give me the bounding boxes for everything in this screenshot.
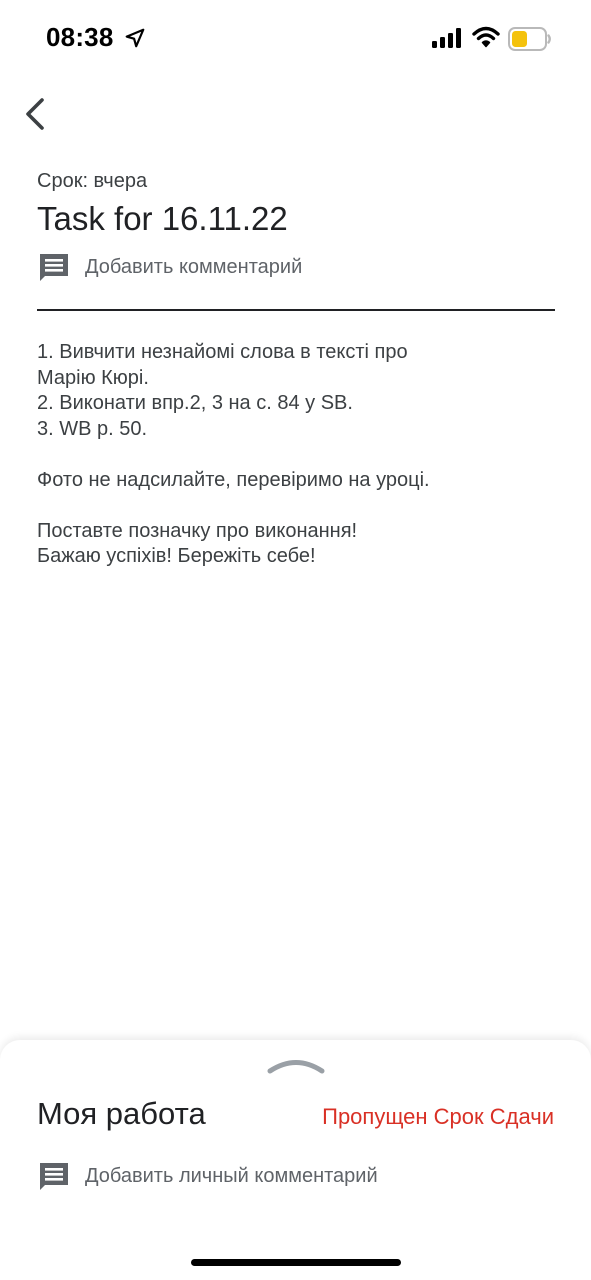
location-arrow-icon <box>125 28 145 48</box>
cellular-signal-icon <box>432 28 461 48</box>
status-bar: 08:38 <box>0 0 591 80</box>
status-badge: Пропущен Срок Сдачи <box>322 1104 554 1129</box>
chevron-up-icon[interactable] <box>266 1056 326 1076</box>
divider <box>37 309 555 311</box>
assignment-instructions: 1. Вивчити незнайомі слова в тексті про … <box>37 340 557 570</box>
comment-icon <box>40 254 68 281</box>
add-comment-button[interactable]: Добавить комментарий <box>37 250 302 284</box>
instruction-line: 3. WB p. 50. <box>37 417 148 440</box>
add-private-comment-label: Добавить личный комментарий <box>85 1164 378 1187</box>
due-date-label: Срок: вчера <box>37 170 148 192</box>
instruction-line: 1. Вивчити незнайомі слова в тексті про <box>37 341 408 363</box>
instruction-line: 2. Виконати впр.2, 3 на с. 84 у SB. <box>37 392 353 414</box>
home-indicator[interactable] <box>191 1259 401 1266</box>
my-work-sheet[interactable]: Моя работа Пропущен Срок Сдачи Добавить … <box>0 1040 591 1280</box>
my-work-title: Моя работа <box>37 1096 206 1131</box>
instruction-line: Марію Кюрі. <box>37 366 149 389</box>
instruction-line: Фото не надсилайте, перевіримо на уроці. <box>37 468 430 491</box>
instruction-line: Бажаю успіхів! Бережіть себе! <box>37 545 316 567</box>
instruction-line: Поставте позначку про виконання! <box>37 519 358 542</box>
add-comment-label: Добавить комментарий <box>85 255 303 278</box>
status-time: 08:38 <box>46 22 114 52</box>
battery-icon <box>508 27 551 51</box>
chevron-left-icon[interactable] <box>20 94 56 134</box>
page-title: Task for 16.11.22 <box>37 200 288 237</box>
add-private-comment-button[interactable]: Добавить личный комментарий <box>37 1159 378 1193</box>
comment-icon <box>40 1163 68 1190</box>
wifi-icon <box>472 26 500 48</box>
